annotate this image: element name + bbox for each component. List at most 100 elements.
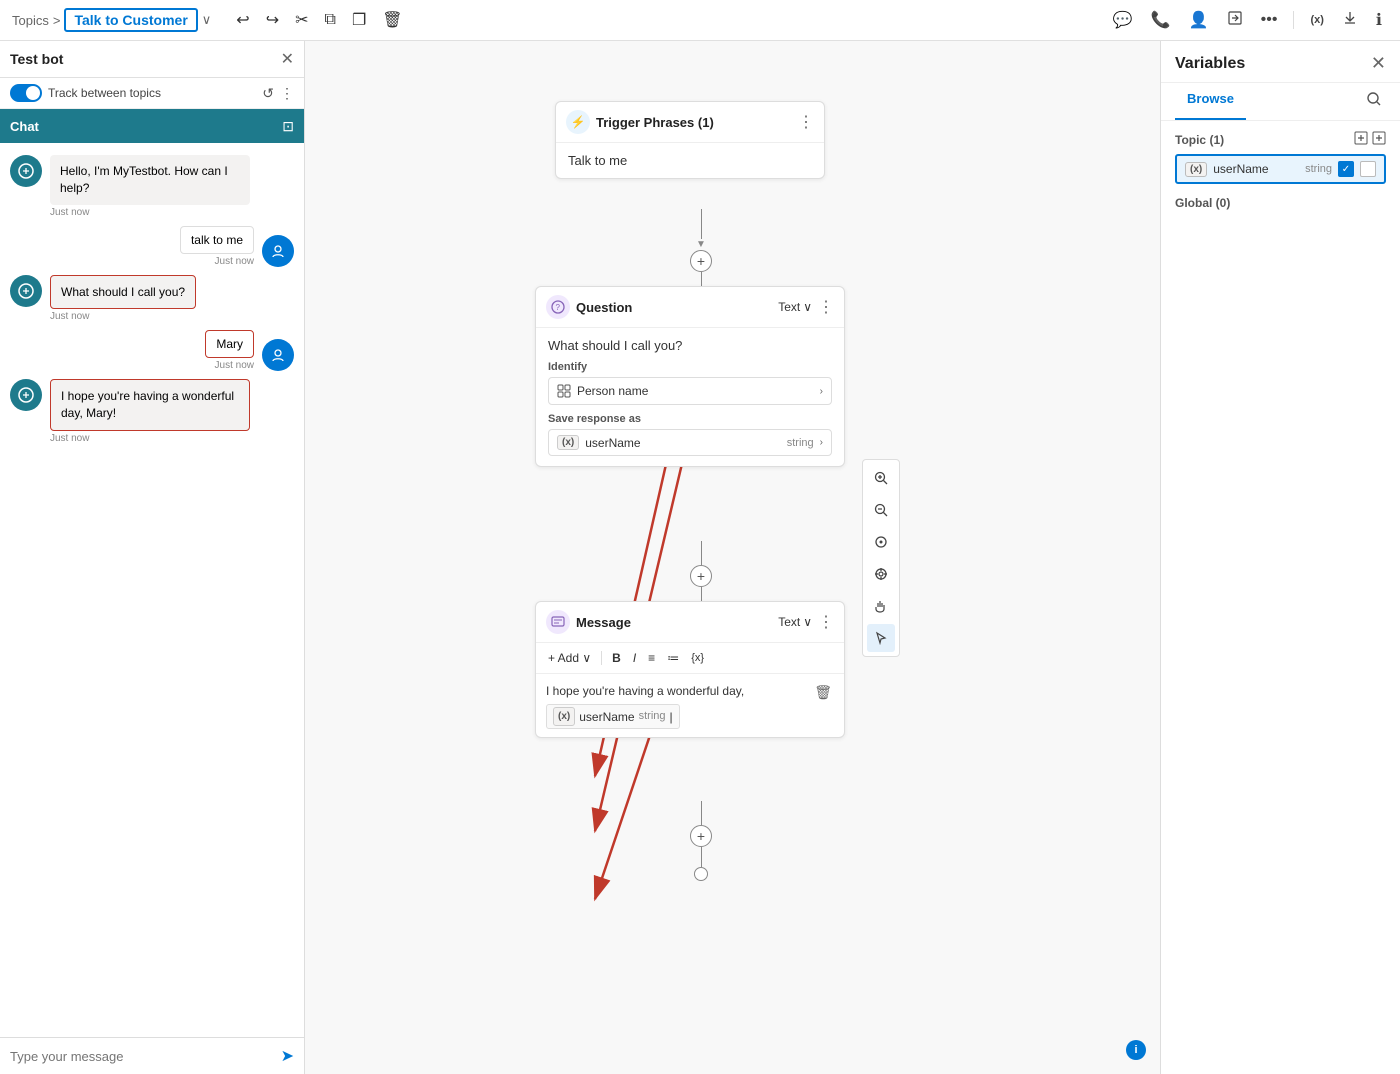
- info-dot[interactable]: i: [1126, 1040, 1146, 1060]
- vars-tab-browse[interactable]: Browse: [1175, 83, 1246, 120]
- save-label: Save response as: [548, 413, 832, 425]
- copy-button[interactable]: ⧉: [320, 8, 341, 32]
- vars-export-btn[interactable]: [1354, 131, 1368, 148]
- user-bubble-1: talk to me: [180, 226, 254, 254]
- main-layout: Test bot ✕ Track between topics ↺ ⋮ Chat…: [0, 41, 1400, 1074]
- var-item-check[interactable]: ✓: [1338, 161, 1354, 177]
- vars-import-btn[interactable]: [1372, 131, 1386, 148]
- add-content-btn[interactable]: + Add ∨: [544, 649, 595, 667]
- question-type[interactable]: Text ∨: [778, 300, 812, 314]
- more-icon[interactable]: ⋮: [280, 85, 294, 102]
- person-icon-btn[interactable]: 👤: [1183, 6, 1215, 34]
- message-menu-btn[interactable]: ⋮: [818, 612, 834, 632]
- breadcrumb-nav: Topics > Talk to Customer ∨: [12, 8, 211, 32]
- vars-tabs: Browse: [1161, 83, 1400, 121]
- var-insert-btn[interactable]: {x}: [687, 650, 708, 666]
- trigger-menu-btn[interactable]: ⋮: [798, 112, 814, 132]
- message-type[interactable]: Text ∨: [778, 615, 812, 629]
- add-node-btn-2[interactable]: +: [690, 565, 712, 587]
- phone-icon-btn[interactable]: 📞: [1145, 6, 1177, 34]
- send-button[interactable]: ➤: [281, 1046, 294, 1066]
- chat-input[interactable]: [10, 1049, 275, 1064]
- breadcrumb-sep: >: [53, 13, 61, 28]
- vars-icon-btn[interactable]: (x): [1304, 10, 1329, 30]
- chat-panel-close[interactable]: ✕: [281, 49, 294, 69]
- var-item-username[interactable]: (x) userName string ✓: [1175, 154, 1386, 184]
- bot-text-3: I hope you're having a wonderful day, Ma…: [61, 389, 234, 420]
- more-icon-btn[interactable]: •••: [1255, 7, 1284, 33]
- vars-header: Variables ✕: [1161, 41, 1400, 83]
- cursor-btn[interactable]: [867, 624, 895, 652]
- identify-row[interactable]: Person name ›: [548, 377, 832, 405]
- vars-close-btn[interactable]: ✕: [1371, 53, 1386, 74]
- chat-panel: Test bot ✕ Track between topics ↺ ⋮ Chat…: [0, 41, 305, 1074]
- bot-bubble-1: Hello, I'm MyTestbot. How can I help?: [50, 155, 250, 205]
- cut-button[interactable]: ✂: [290, 7, 313, 33]
- down-arrow-1: ▼: [696, 239, 706, 250]
- chat-icon-btn[interactable]: 💬: [1107, 6, 1139, 34]
- hand-btn[interactable]: [867, 592, 895, 620]
- user-text-2: Mary: [216, 337, 243, 351]
- list-btn[interactable]: ≔: [663, 649, 683, 667]
- connector-3: +: [690, 801, 712, 881]
- add-node-btn-3[interactable]: +: [690, 825, 712, 847]
- share-icon-btn[interactable]: [1221, 6, 1249, 35]
- question-body: What should I call you? Identify Person …: [536, 328, 844, 466]
- connector-line-3: [701, 801, 702, 825]
- user-message-1: talk to me Just now: [10, 226, 294, 267]
- trigger-icon: ⚡: [566, 110, 590, 134]
- paste-button[interactable]: ❐: [347, 7, 371, 33]
- chat-pin-icon[interactable]: ⊡: [282, 118, 294, 135]
- bot-name: Test bot: [10, 51, 273, 67]
- chat-panel-header: Test bot ✕: [0, 41, 304, 78]
- topic-chevron[interactable]: ∨: [202, 12, 212, 28]
- align-btn[interactable]: ≡: [644, 649, 659, 667]
- user-bubble-2: Mary: [205, 330, 254, 358]
- message-title: Message: [576, 615, 772, 630]
- bot-avatar-1: [10, 155, 42, 187]
- bold-btn[interactable]: B: [608, 649, 625, 667]
- zoom-out-btn[interactable]: [867, 496, 895, 524]
- question-menu-btn[interactable]: ⋮: [818, 297, 834, 317]
- track-topics-toggle[interactable]: [10, 84, 42, 102]
- bot-text-1: Hello, I'm MyTestbot. How can I help?: [60, 164, 228, 195]
- info-icon-btn[interactable]: ℹ: [1370, 6, 1388, 34]
- chat-tab-label[interactable]: Chat: [10, 119, 39, 134]
- breadcrumb-topics[interactable]: Topics: [12, 13, 49, 28]
- msg-cursor: |: [670, 708, 673, 726]
- user-bubble-wrap-1: talk to me Just now: [180, 226, 254, 267]
- topbar-right-icons: 💬 📞 👤 ••• (x) ℹ: [1107, 6, 1388, 35]
- var-item-checkbox[interactable]: [1360, 161, 1376, 177]
- add-node-btn-1[interactable]: +: [690, 250, 712, 272]
- delete-button[interactable]: 🗑: [377, 7, 407, 33]
- save-var-row[interactable]: (x) userName string ›: [548, 429, 832, 456]
- message-text-line1: I hope you're having a wonderful day,: [546, 682, 834, 700]
- msg-var-badge: (x): [553, 707, 575, 726]
- zoom-in-btn[interactable]: [867, 464, 895, 492]
- trigger-body: Talk to me: [556, 143, 824, 178]
- user-avatar-1: [262, 235, 294, 267]
- question-icon: ?: [546, 295, 570, 319]
- undo-button[interactable]: ↩: [231, 7, 254, 33]
- vars-search-icon[interactable]: [1362, 83, 1386, 120]
- var-item-type: string: [1305, 163, 1332, 175]
- bot-time-1: Just now: [50, 207, 250, 218]
- save-var-chevron: ›: [820, 437, 823, 448]
- message-var-row[interactable]: (x) userName string |: [546, 704, 680, 729]
- export-icon-btn[interactable]: [1336, 6, 1364, 35]
- save-var-type: string: [787, 437, 814, 449]
- trigger-text: Talk to me: [568, 153, 627, 168]
- delete-content-btn[interactable]: 🗑: [814, 684, 832, 701]
- italic-btn[interactable]: I: [629, 649, 640, 667]
- target-btn[interactable]: [867, 560, 895, 588]
- edit-toolbar: ↩ ↪ ✂ ⧉ ❐ 🗑: [231, 7, 407, 33]
- refresh-icon[interactable]: ↺: [262, 85, 274, 102]
- message-content: 🗑 I hope you're having a wonderful day, …: [536, 674, 844, 737]
- canvas-area[interactable]: ⚡ Trigger Phrases (1) ⋮ Talk to me ▼ + ▼: [305, 41, 1160, 1074]
- fit-btn[interactable]: [867, 528, 895, 556]
- current-topic-label[interactable]: Talk to Customer: [64, 8, 197, 32]
- trigger-node-header: ⚡ Trigger Phrases (1) ⋮: [556, 102, 824, 143]
- msg-var-name: userName: [579, 708, 634, 726]
- redo-button[interactable]: ↪: [261, 7, 284, 33]
- identify-chevron: ›: [820, 386, 823, 397]
